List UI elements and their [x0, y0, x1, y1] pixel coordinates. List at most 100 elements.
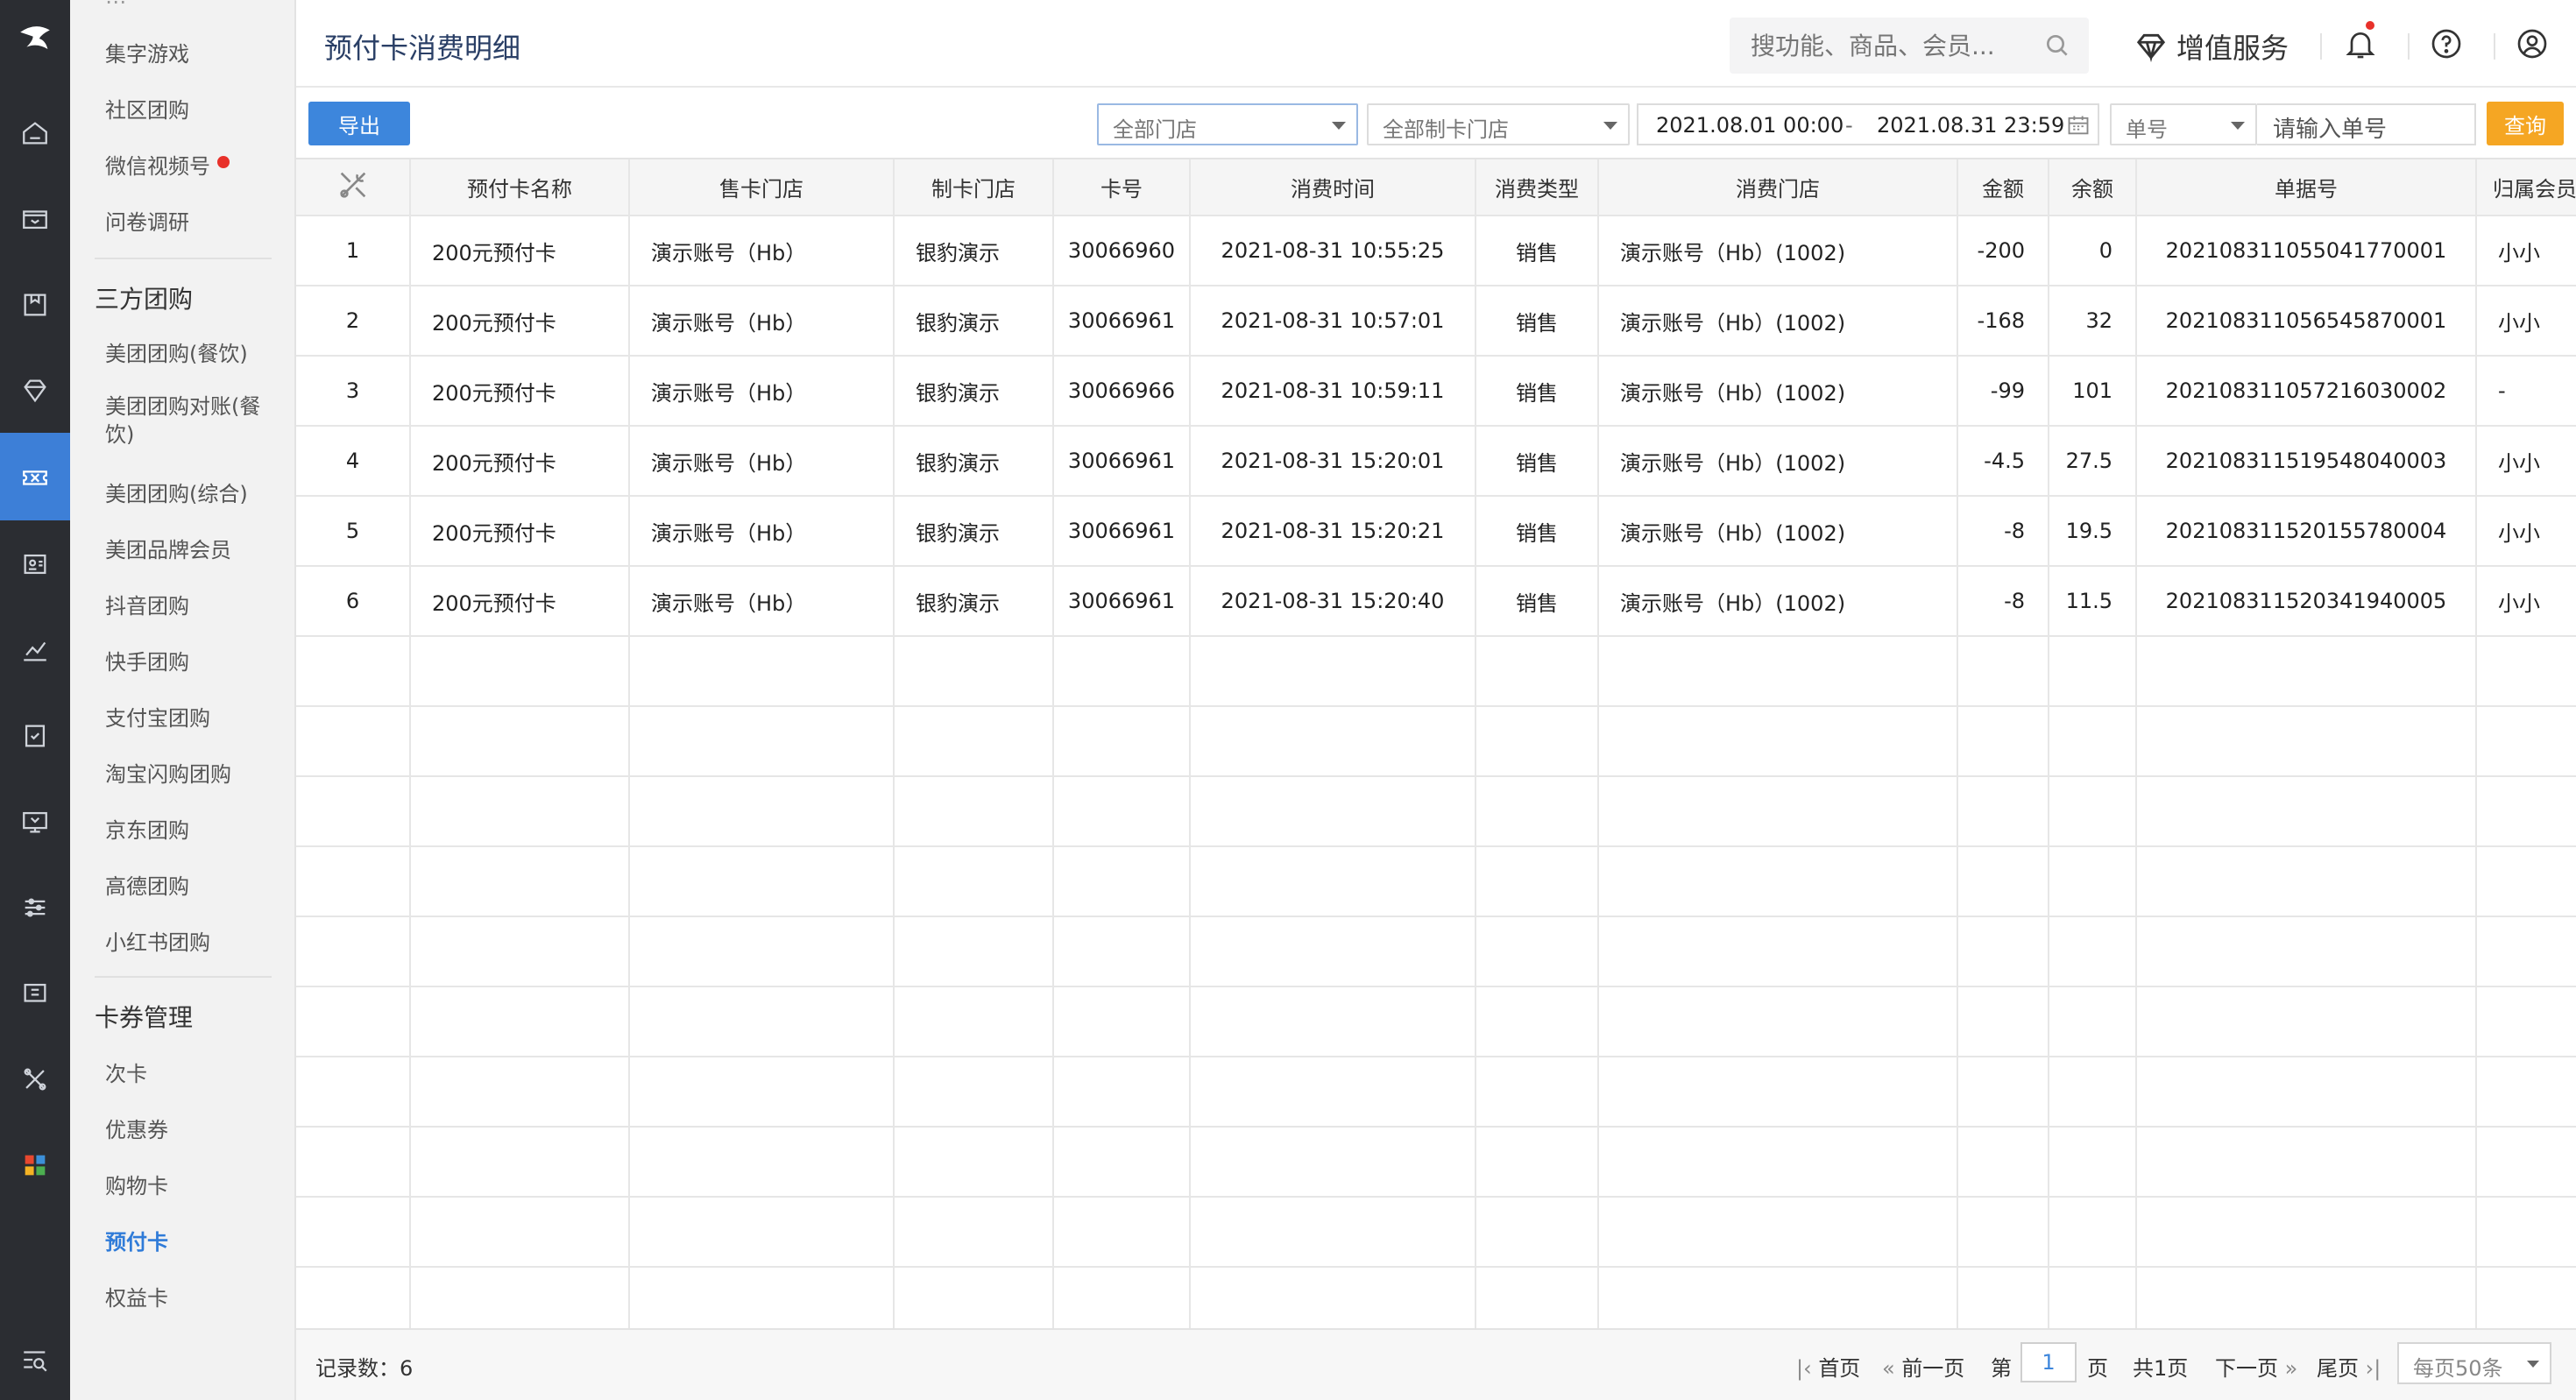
column-settings[interactable] [296, 159, 411, 216]
cashier-icon[interactable] [0, 175, 70, 263]
marketing-icon[interactable] [0, 433, 70, 520]
nav-item-meituan-general[interactable]: 美团团购(综合) [105, 477, 248, 507]
first-page-button[interactable]: |‹ 首页 [1796, 1351, 1860, 1382]
empty-cell [2049, 1057, 2137, 1128]
nav-item-prepaid-card[interactable]: 预付卡 [105, 1225, 168, 1255]
nav-item-alipay[interactable]: 支付宝团购 [105, 701, 210, 732]
nav-item-kuaishou[interactable]: 快手团购 [105, 645, 189, 675]
cell-member: - [2476, 356, 2576, 427]
cell-card-number: 30066961 [1053, 566, 1191, 637]
empty-cell [1476, 1197, 1599, 1268]
finance-icon[interactable] [0, 778, 70, 866]
table-row[interactable]: 4 200元预付卡 演示账号（Hb） 银豹演示 30066961 2021-08-31 1… [296, 426, 2576, 497]
nav-item-jizi-game[interactable]: 集字游戏 [105, 37, 189, 67]
nav-item-amap[interactable]: 高德团购 [105, 869, 189, 900]
empty-cell [296, 1197, 411, 1268]
global-search[interactable] [1730, 18, 2089, 74]
report-icon[interactable] [0, 606, 70, 694]
nav-item-times-card[interactable]: 次卡 [105, 1057, 147, 1087]
calendar-icon[interactable] [2066, 113, 2091, 138]
bell-icon[interactable] [2343, 26, 2378, 61]
nav-item-meituan-brand[interactable]: 美团品牌会员 [105, 533, 231, 563]
apps-icon[interactable] [0, 1121, 70, 1209]
tools-icon[interactable] [0, 1036, 70, 1123]
empty-cell [296, 706, 411, 777]
table-row[interactable]: 3 200元预付卡 演示账号（Hb） 银豹演示 30066966 2021-08-31 1… [296, 356, 2576, 427]
query-button[interactable]: 查询 [2487, 102, 2564, 145]
empty-cell [1190, 916, 1476, 987]
nav-item-douyin[interactable]: 抖音团购 [105, 589, 189, 619]
prev-page-button[interactable]: « 前一页 [1882, 1351, 1964, 1382]
nav-item-jd[interactable]: 京东团购 [105, 813, 189, 844]
table-header-row: 预付卡名称 售卡门店 制卡门店 卡号 消费时间 消费类型 消费门店 金额 余额 … [296, 159, 2576, 216]
empty-cell [1598, 636, 1958, 707]
help-icon[interactable] [2429, 26, 2464, 61]
nav-item-partial[interactable]: ⋯ [105, 0, 126, 14]
column-header[interactable]: 余额 [2049, 159, 2137, 216]
column-header[interactable]: 消费时间 [1190, 159, 1476, 216]
table-row[interactable]: 1 200元预付卡 演示账号（Hb） 银豹演示 30066960 2021-08-31 1… [296, 216, 2576, 286]
page-number-input[interactable] [2020, 1342, 2077, 1382]
card-store-select[interactable]: 全部制卡门店 [1367, 103, 1630, 145]
cell-balance: 19.5 [2049, 496, 2137, 567]
column-header[interactable]: 制卡门店 [894, 159, 1054, 216]
logo-icon[interactable] [0, 0, 70, 77]
nav-item-meituan-food[interactable]: 美团团购(餐饮) [105, 336, 248, 367]
search-icon[interactable] [2043, 32, 2071, 60]
search-input[interactable] [1730, 18, 2028, 74]
member-icon[interactable] [0, 347, 70, 435]
date-end[interactable]: 2021.08.31 23:59 [1877, 113, 2064, 138]
nav-item-xiaohongshu[interactable]: 小红书团购 [105, 925, 210, 956]
store-select[interactable]: 全部门店 [1097, 103, 1358, 145]
table-row[interactable]: 5 200元预付卡 演示账号（Hb） 银豹演示 30066961 2021-08-31 1… [296, 496, 2576, 567]
value-added-services[interactable]: 增值服务 [2134, 26, 2289, 67]
nav-item-wechat-channels[interactable]: 微信视频号 [105, 149, 230, 180]
empty-cell [1476, 916, 1599, 987]
empty-cell [1053, 916, 1191, 987]
nav-item-coupon[interactable]: 优惠券 [105, 1113, 168, 1143]
order-number-input[interactable]: 请输入单号 [2257, 103, 2476, 145]
export-button[interactable]: 导出 [308, 102, 410, 145]
nav-group-thirdparty: 三方团购 [95, 285, 194, 314]
empty-cell [2136, 846, 2477, 917]
nav-item-meituan-reconcile[interactable]: 美团团购对账(餐饮) [105, 392, 268, 449]
column-header[interactable]: 消费类型 [1476, 159, 1599, 216]
empty-cell [296, 776, 411, 847]
empty-cell [2049, 636, 2137, 707]
empty-row [296, 1127, 2576, 1198]
column-header[interactable]: 消费门店 [1598, 159, 1958, 216]
next-page-button[interactable]: 下一页 » [2215, 1351, 2297, 1382]
table-row[interactable]: 2 200元预付卡 演示账号（Hb） 银豹演示 30066961 2021-08-31 1… [296, 286, 2576, 357]
empty-cell [1190, 1267, 1476, 1328]
table-row[interactable]: 6 200元预付卡 演示账号（Hb） 银豹演示 30066961 2021-08-31 1… [296, 566, 2576, 637]
empty-cell [1957, 636, 2049, 707]
page-size-select[interactable]: 每页50条 [2397, 1342, 2551, 1384]
column-header[interactable]: 卡号 [1053, 159, 1191, 216]
device-icon[interactable] [0, 950, 70, 1037]
document-icon[interactable] [0, 692, 70, 780]
nav-item-community-group[interactable]: 社区团购 [105, 93, 189, 124]
column-header[interactable]: 金额 [1957, 159, 2049, 216]
date-start[interactable]: 2021.08.01 00:00 [1656, 113, 1844, 138]
nav-item-benefit-card[interactable]: 权益卡 [105, 1281, 168, 1312]
cell-member: 小小 [2476, 286, 2576, 357]
column-header[interactable]: 单据号 [2136, 159, 2477, 216]
menu-search-icon[interactable] [0, 1316, 70, 1400]
home-icon[interactable] [0, 89, 70, 177]
column-header[interactable]: 售卡门店 [629, 159, 895, 216]
column-header[interactable]: 归属会员 [2476, 159, 2576, 216]
column-header[interactable]: 预付卡名称 [410, 159, 630, 216]
settings-sliders-icon[interactable] [0, 864, 70, 951]
nav-item-survey[interactable]: 问卷调研 [105, 205, 189, 236]
goods-icon[interactable] [0, 261, 70, 349]
empty-cell [410, 706, 630, 777]
wrench-icon[interactable] [336, 167, 371, 202]
staff-icon[interactable] [0, 520, 70, 608]
nav-item-shopping-card[interactable]: 购物卡 [105, 1169, 168, 1199]
user-icon[interactable] [2515, 26, 2550, 61]
empty-cell [2476, 986, 2576, 1057]
order-type-select[interactable]: 单号 [2110, 103, 2257, 145]
last-page-button[interactable]: 尾页 ›| [2317, 1351, 2381, 1382]
nav-item-taobao[interactable]: 淘宝闪购团购 [105, 757, 231, 788]
date-range-picker[interactable]: 2021.08.01 00:00 - 2021.08.31 23:59 [1637, 103, 2099, 145]
